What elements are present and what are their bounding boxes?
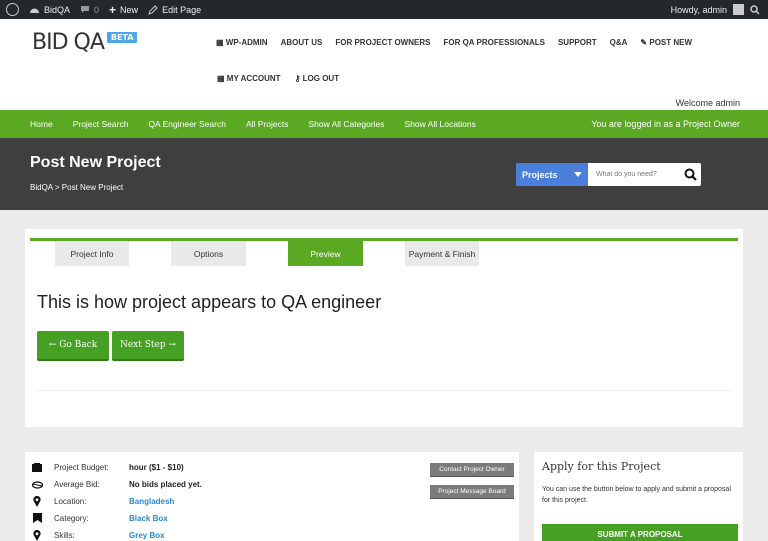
detail-label: Average Bid:: [54, 479, 100, 489]
key-icon: ⚷: [294, 74, 303, 83]
nav-label: POST NEW: [649, 38, 693, 47]
detail-row-budget: Project Budget: hour ($1 - $10): [31, 460, 184, 474]
greenbar-show-all-locations[interactable]: Show All Locations: [405, 119, 476, 129]
comment-icon: [81, 6, 90, 13]
search-icon: [684, 168, 697, 181]
contact-owner-button[interactable]: Contact Project Owner: [430, 463, 514, 477]
location-pin-icon: [31, 495, 43, 507]
avatar[interactable]: [733, 4, 744, 15]
main-nav: ▦ WP-ADMIN ABOUT US FOR PROJECT OWNERS F…: [216, 38, 692, 47]
tab-project-info[interactable]: Project Info: [55, 241, 129, 266]
howdy-label[interactable]: Howdy, admin: [671, 5, 727, 15]
detail-row-location: Location: Bangladesh: [31, 494, 174, 508]
search-submit-button[interactable]: [679, 163, 701, 186]
logo-text: BID QA: [32, 30, 105, 55]
budget-icon: [31, 462, 43, 472]
detail-value: No bids placed yet.: [129, 479, 202, 489]
secondary-nav: Home Project Search QA Engineer Search A…: [0, 110, 768, 138]
dashboard-icon: [30, 8, 39, 13]
new-link[interactable]: + New: [109, 3, 138, 17]
greenbar-qa-engineer-search[interactable]: QA Engineer Search: [148, 119, 226, 129]
detail-row-skills: Skills: Grey Box: [31, 528, 165, 541]
nav-post-new[interactable]: ✎ POST NEW: [640, 38, 692, 47]
new-label: New: [120, 4, 139, 15]
nav-log-out[interactable]: ⚷ LOG OUT: [295, 74, 340, 83]
nav-label: LOG OUT: [302, 74, 340, 83]
edit-page-label: Edit Page: [162, 4, 202, 15]
edit-page-link[interactable]: Edit Page: [148, 5, 201, 15]
pencil-icon: [148, 4, 158, 15]
search-type-value: Projects: [522, 169, 558, 180]
category-icon: [31, 513, 43, 523]
beta-badge: BETA: [106, 32, 138, 43]
bid-icon: [31, 479, 43, 489]
nav-label: WP-ADMIN: [225, 38, 268, 47]
detail-label: Location:: [54, 496, 87, 506]
greenbar-home[interactable]: Home: [30, 119, 53, 129]
divider: [37, 390, 731, 391]
comments-link[interactable]: 0: [80, 5, 99, 15]
nav-support[interactable]: SUPPORT: [558, 38, 597, 47]
apply-text: You can use the button below to apply an…: [542, 486, 731, 504]
nav-about-us[interactable]: ABOUT US: [281, 38, 323, 47]
detail-label: Category:: [54, 513, 89, 523]
nav-qa[interactable]: Q&A: [610, 38, 628, 47]
apply-title: Apply for this Project: [542, 460, 661, 473]
preview-heading: This is how project appears to QA engine…: [37, 292, 382, 312]
tab-payment-finish[interactable]: Payment & Finish: [405, 241, 479, 266]
nav-wp-admin[interactable]: ▦ WP-ADMIN: [216, 38, 268, 47]
search-box: Projects: [516, 163, 701, 186]
go-back-button[interactable]: ← Go Back: [37, 331, 109, 361]
chevron-down-icon: [574, 172, 582, 177]
category-link[interactable]: Black Box: [129, 514, 168, 523]
steps-divider: [30, 238, 738, 241]
grid-icon: ▦: [217, 74, 227, 83]
submit-proposal-button[interactable]: SUBMIT A PROPOSAL: [542, 524, 738, 541]
location-link[interactable]: Bangladesh: [129, 497, 174, 506]
search-type-select[interactable]: Projects: [516, 163, 588, 186]
page-banner: Post New Project BidQA > Post New Projec…: [0, 138, 768, 210]
page-title: Post New Project: [30, 154, 161, 171]
skills-link[interactable]: Grey Box: [129, 531, 165, 540]
admin-bar: BidQA 0 + New Edit Page Howdy, admin: [0, 0, 768, 19]
nav-my-account[interactable]: ▦ MY ACCOUNT: [217, 74, 281, 83]
plus-icon: +: [109, 2, 117, 17]
nav-for-qa-professionals[interactable]: FOR QA PROFESSIONALS: [443, 38, 545, 47]
tab-options[interactable]: Options: [171, 241, 246, 266]
breadcrumb: BidQA > Post New Project: [30, 183, 124, 192]
login-status: You are logged in as a Project Owner: [591, 119, 740, 129]
greenbar-all-projects[interactable]: All Projects: [246, 119, 289, 129]
tab-preview[interactable]: Preview: [288, 241, 363, 266]
detail-row-category: Category: Black Box: [31, 511, 168, 525]
search-input[interactable]: [588, 163, 679, 186]
detail-row-average-bid: Average Bid: No bids placed yet.: [31, 477, 202, 491]
search-icon[interactable]: [750, 4, 760, 15]
grid-icon: ▦: [216, 38, 226, 47]
skills-icon: [31, 529, 43, 541]
nav-label: MY ACCOUNT: [226, 74, 281, 83]
detail-label: Skills:: [54, 530, 75, 540]
apply-sidebar: Apply for this Project You can use the b…: [534, 452, 743, 541]
next-step-button[interactable]: Next Step →: [112, 331, 184, 361]
post-project-panel: Project Info Options Preview Payment & F…: [25, 229, 743, 427]
site-logo[interactable]: BID QA BETA: [32, 30, 138, 55]
detail-label: Project Budget:: [54, 462, 109, 472]
project-details: Project Budget: hour ($1 - $10) Average …: [25, 452, 519, 541]
site-name: BidQA: [44, 4, 71, 15]
greenbar-show-all-categories[interactable]: Show All Categories: [308, 119, 384, 129]
message-board-button[interactable]: Project Message Board: [430, 485, 514, 499]
welcome-text: Welcome admin: [675, 98, 740, 108]
nav-for-project-owners[interactable]: FOR PROJECT OWNERS: [335, 38, 430, 47]
account-nav: ▦ MY ACCOUNT ⚷ LOG OUT: [217, 74, 339, 83]
site-header: BID QA BETA ▦ WP-ADMIN ABOUT US FOR PROJ…: [0, 19, 768, 110]
detail-value: hour ($1 - $10): [129, 462, 184, 472]
wordpress-logo-icon[interactable]: [6, 3, 19, 16]
site-name-link[interactable]: BidQA: [29, 5, 70, 15]
comments-count: 0: [94, 4, 100, 15]
greenbar-project-search[interactable]: Project Search: [73, 119, 129, 129]
